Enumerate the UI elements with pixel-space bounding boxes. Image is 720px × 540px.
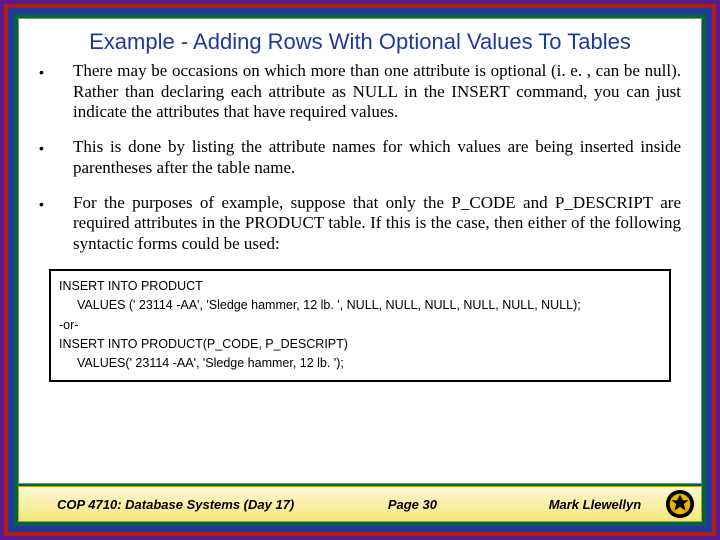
bullet-item: • For the purposes of example, suppose t… bbox=[39, 193, 681, 255]
code-line: -or- bbox=[59, 316, 661, 335]
slide-border-inner: Example - Adding Rows With Optional Valu… bbox=[8, 8, 712, 532]
bullet-item: • This is done by listing the attribute … bbox=[39, 137, 681, 178]
bullet-text: For the purposes of example, suppose tha… bbox=[73, 193, 681, 255]
bullet-marker: • bbox=[39, 137, 73, 178]
bullet-marker: • bbox=[39, 193, 73, 255]
slide-footer: COP 4710: Database Systems (Day 17) Page… bbox=[18, 486, 702, 522]
bullet-text: There may be occasions on which more tha… bbox=[73, 61, 681, 123]
footer-course: COP 4710: Database Systems (Day 17) bbox=[57, 497, 326, 512]
code-line: INSERT INTO PRODUCT bbox=[59, 277, 661, 296]
slide-content: • There may be occasions on which more t… bbox=[19, 61, 701, 483]
slide-border-mid: Example - Adding Rows With Optional Valu… bbox=[4, 4, 716, 536]
code-line: VALUES (' 23114 -AA', 'Sledge hammer, 12… bbox=[59, 296, 661, 315]
footer-author: Mark Llewellyn bbox=[499, 497, 691, 512]
bullet-text: This is done by listing the attribute na… bbox=[73, 137, 681, 178]
code-line: INSERT INTO PRODUCT(P_CODE, P_DESCRIPT) bbox=[59, 335, 661, 354]
bullet-marker: • bbox=[39, 61, 73, 123]
ucf-logo-icon bbox=[665, 489, 695, 519]
slide-panel: Example - Adding Rows With Optional Valu… bbox=[18, 18, 702, 484]
slide-border-outer: Example - Adding Rows With Optional Valu… bbox=[0, 0, 720, 540]
code-line: VALUES(' 23114 -AA', 'Sledge hammer, 12 … bbox=[59, 354, 661, 373]
bullet-item: • There may be occasions on which more t… bbox=[39, 61, 681, 123]
footer-page: Page 30 bbox=[326, 497, 499, 512]
sql-code-box: INSERT INTO PRODUCT VALUES (' 23114 -AA'… bbox=[49, 269, 671, 382]
slide-title: Example - Adding Rows With Optional Valu… bbox=[19, 19, 701, 61]
